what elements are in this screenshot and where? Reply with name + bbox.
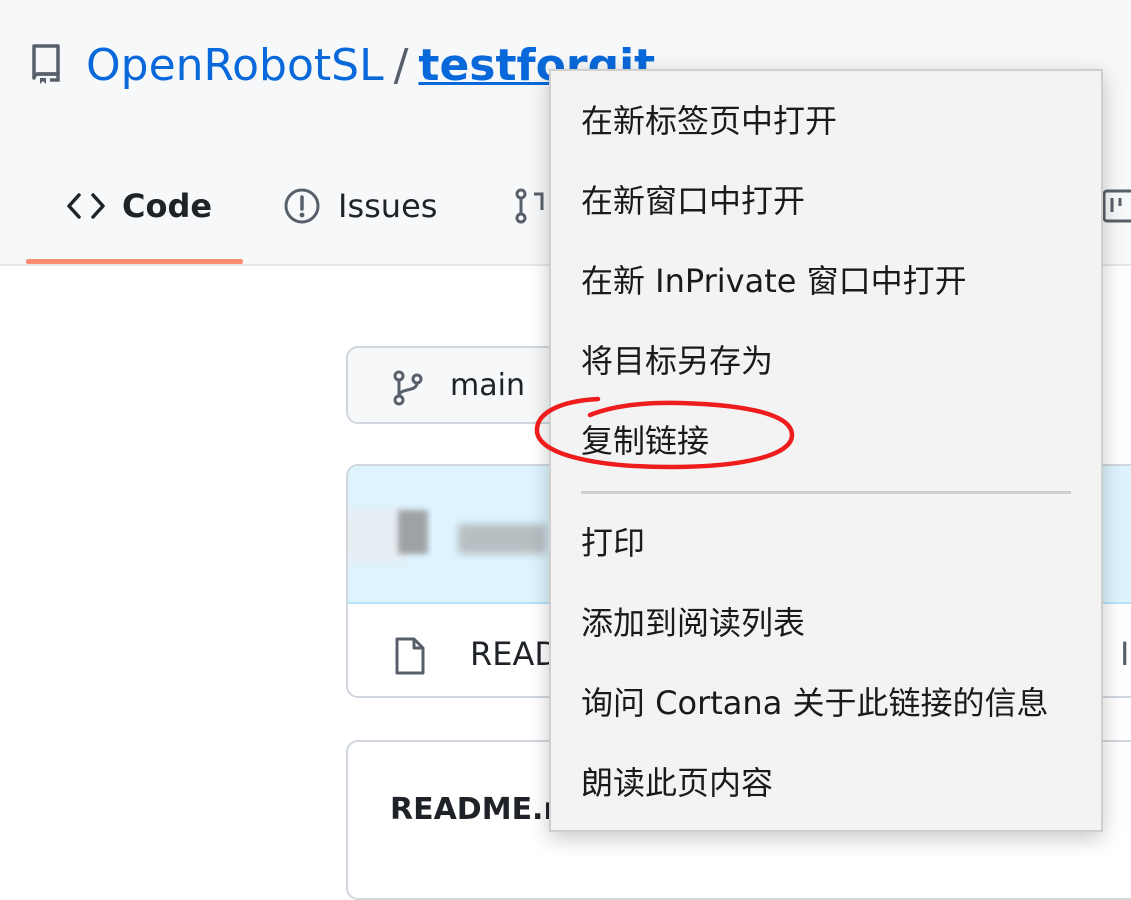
file-row-name-link[interactable]: READ [470, 632, 559, 676]
menu-separator [581, 491, 1071, 494]
tab-projects[interactable] [1100, 176, 1131, 236]
menu-item-open-inprivate[interactable]: 在新 InPrivate 窗口中打开 [551, 241, 1101, 321]
tab-code-label: Code [122, 187, 213, 225]
tab-code[interactable]: Code [66, 176, 212, 236]
context-menu: 在新标签页中打开 在新窗口中打开 在新 InPrivate 窗口中打开 将目标另… [549, 69, 1103, 832]
menu-item-add-to-reading-list[interactable]: 添加到阅读列表 [551, 583, 1101, 663]
menu-item-open-new-tab[interactable]: 在新标签页中打开 [551, 81, 1101, 161]
branch-name: main [450, 368, 525, 403]
menu-item-copy-link[interactable]: 复制链接 [551, 401, 1101, 481]
menu-item-save-target-as[interactable]: 将目标另存为 [551, 321, 1101, 401]
blurred-username [398, 510, 428, 554]
menu-item-read-aloud[interactable]: 朗读此页内容 [551, 743, 1101, 823]
tab-issues-label: Issues [338, 187, 438, 225]
repo-icon [32, 44, 60, 84]
git-pull-request-icon [515, 188, 544, 224]
git-branch-icon [393, 370, 423, 406]
issue-opened-icon [284, 188, 320, 224]
menu-item-print[interactable]: 打印 [551, 503, 1101, 583]
file-row-commit-message: I [1120, 635, 1130, 673]
readme-title: README.r [390, 792, 559, 827]
tab-issues[interactable]: Issues [282, 176, 437, 236]
repo-separator: / [393, 40, 409, 91]
active-tab-underline [26, 259, 243, 264]
file-icon [395, 637, 425, 675]
repo-owner-link[interactable]: OpenRobotSL [86, 40, 384, 91]
code-icon [67, 193, 105, 219]
menu-item-ask-cortana[interactable]: 询问 Cortana 关于此链接的信息 [551, 663, 1101, 743]
menu-item-open-new-window[interactable]: 在新窗口中打开 [551, 161, 1101, 241]
project-icon [1102, 189, 1131, 223]
blurred-commit-text [458, 524, 546, 554]
